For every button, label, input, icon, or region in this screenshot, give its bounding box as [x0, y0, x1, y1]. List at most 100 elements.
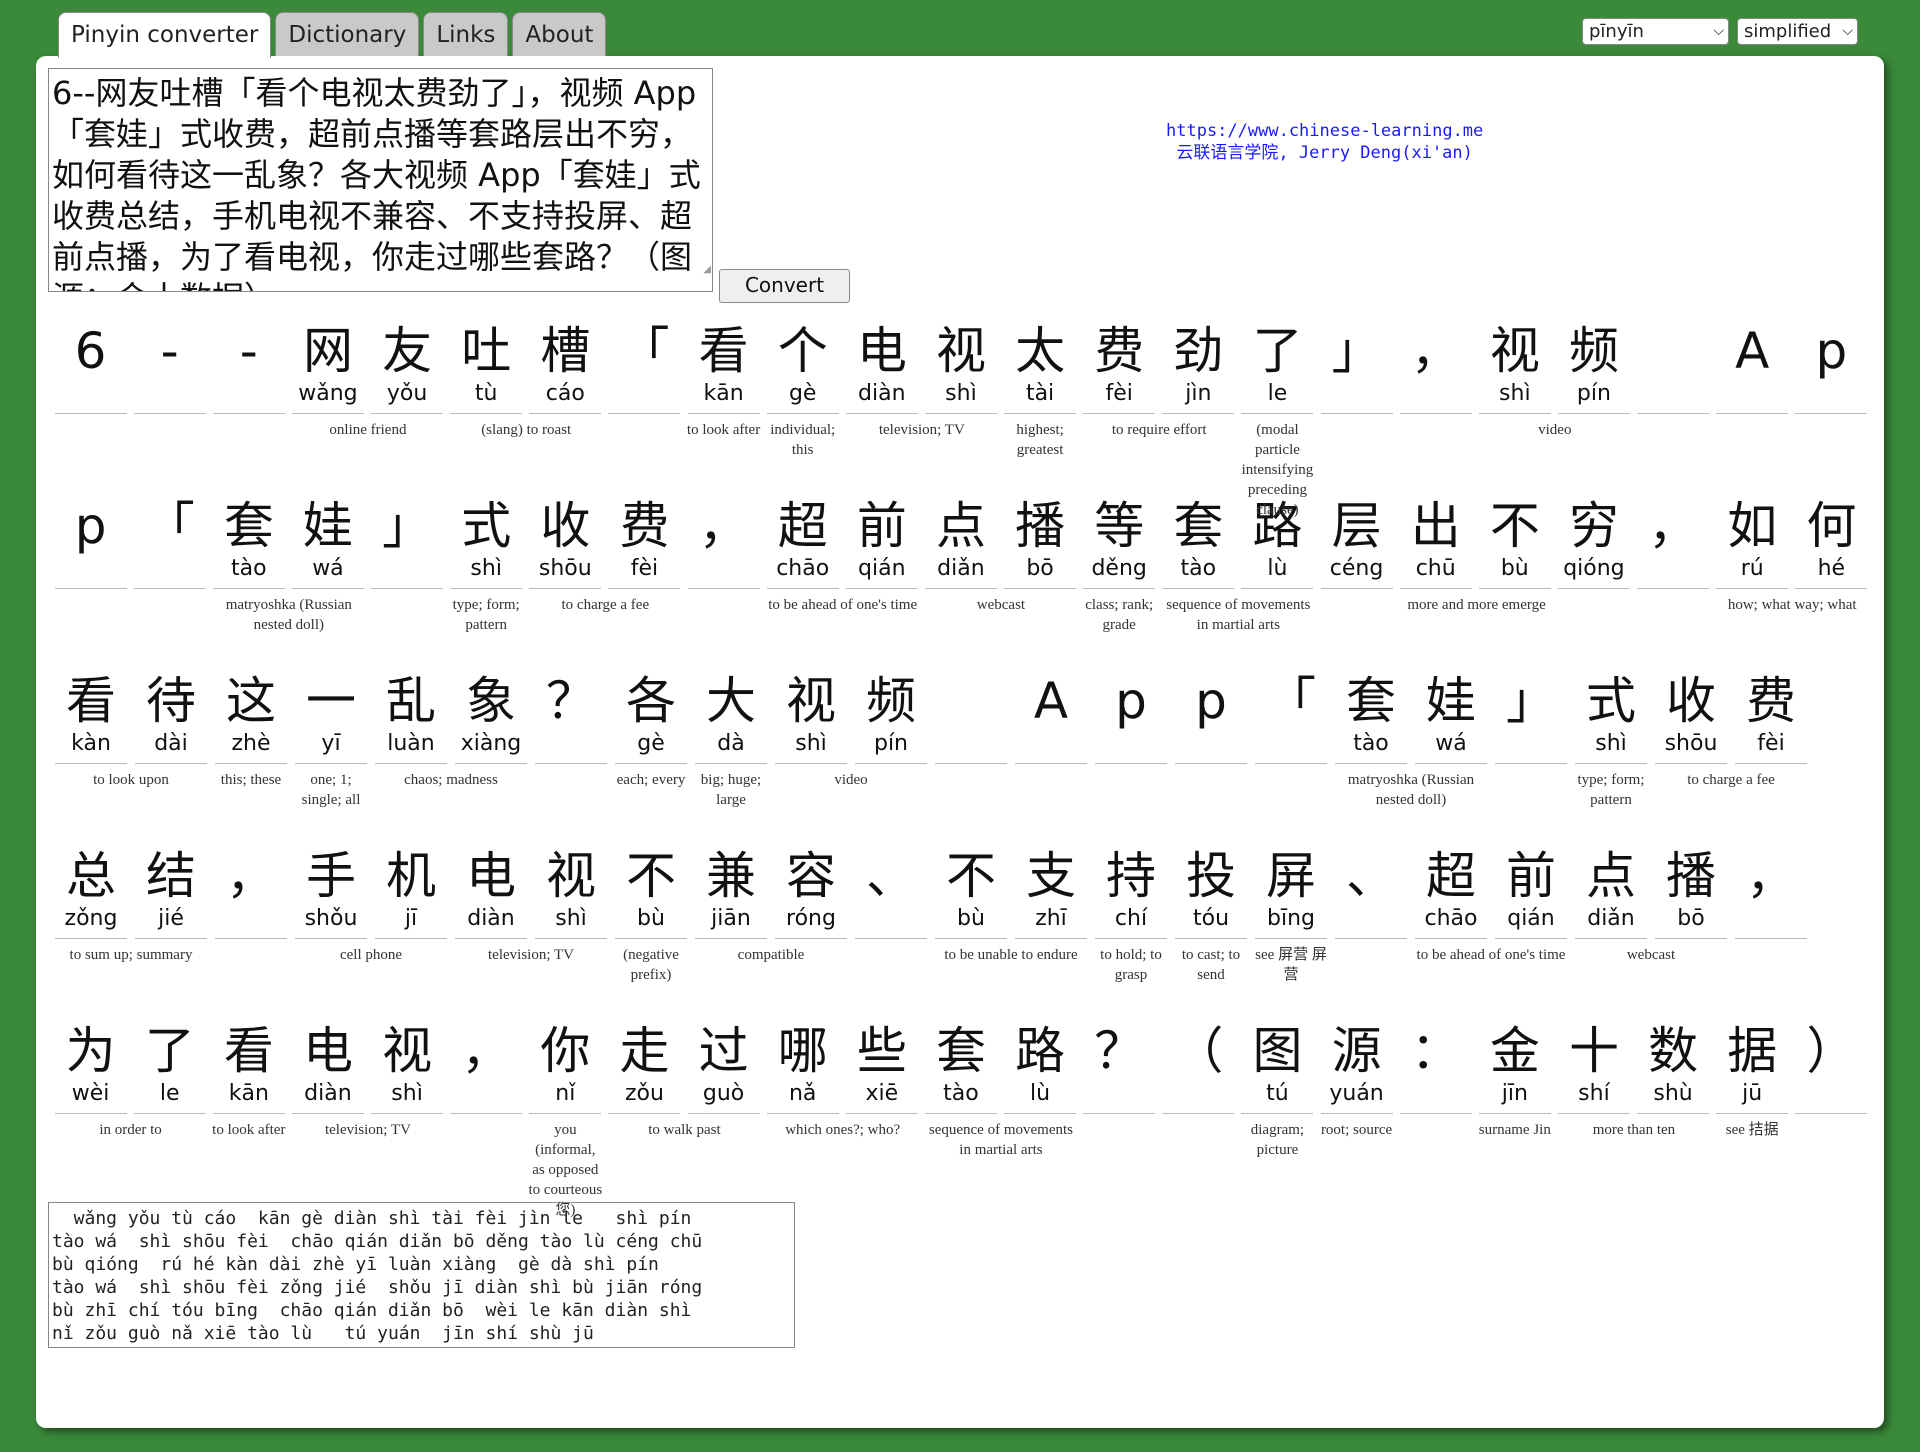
- char-cell[interactable]: 前 qián: [1491, 846, 1571, 939]
- char-cell[interactable]: p: [51, 496, 130, 589]
- char-cell[interactable]: 收 shōu to charge a fee: [1651, 671, 1775, 788]
- tab-links[interactable]: Links: [423, 12, 509, 56]
- char-cell[interactable]: 费 fèi to require effort: [1080, 321, 1207, 438]
- char-cell[interactable]: 电 diàn television; TV: [842, 321, 965, 438]
- char-cell[interactable]: 层 céng more and more emerge: [1317, 496, 1546, 613]
- char-cell[interactable]: 式 shì type; form; pattern: [447, 496, 526, 633]
- char-cell[interactable]: 持 chí to hold; to grasp: [1091, 846, 1171, 983]
- char-cell[interactable]: 投 tóu to cast; to send: [1171, 846, 1251, 983]
- char-cell[interactable]: 太 tài highest; greatest: [1001, 321, 1080, 458]
- char-cell[interactable]: 了 le: [130, 1021, 209, 1114]
- char-cell[interactable]: 乱 luàn chaos; madness: [371, 671, 498, 788]
- char-cell[interactable]: 娃 wá: [288, 496, 367, 589]
- char-cell[interactable]: 电 diàn television; TV: [288, 1021, 411, 1138]
- char-cell[interactable]: 费 fèi: [1731, 671, 1811, 764]
- char-cell[interactable]: 数 shù: [1634, 1021, 1713, 1114]
- char-cell[interactable]: 兼 jiān compatible: [691, 846, 804, 963]
- char-cell[interactable]: 视 shì: [921, 321, 1000, 414]
- char-cell[interactable]: ，: [1396, 321, 1475, 414]
- char-cell[interactable]: [931, 671, 1011, 764]
- char-cell[interactable]: 支 zhī: [1011, 846, 1091, 939]
- char-cell[interactable]: 、: [851, 846, 931, 939]
- char-cell[interactable]: A: [1713, 321, 1792, 414]
- char-cell[interactable]: ，: [1634, 496, 1713, 589]
- char-cell[interactable]: 」: [1491, 671, 1571, 764]
- char-cell[interactable]: p: [1792, 321, 1871, 414]
- char-cell[interactable]: 6: [51, 321, 130, 414]
- char-cell[interactable]: ，: [211, 846, 291, 939]
- tone-mode-select[interactable]: pīnyīn ⌵: [1582, 18, 1729, 45]
- char-cell[interactable]: 槽 cáo: [526, 321, 605, 414]
- char-cell[interactable]: 这 zhè this; these: [211, 671, 291, 788]
- char-cell[interactable]: 源 yuán root; source: [1317, 1021, 1396, 1138]
- char-cell[interactable]: ，: [684, 496, 763, 589]
- resize-handle-icon[interactable]: ◢: [703, 249, 711, 290]
- char-cell[interactable]: 如 rú how; what way; what: [1713, 496, 1857, 613]
- char-cell[interactable]: 播 bō: [1651, 846, 1731, 939]
- char-cell[interactable]: 频 pín: [1554, 321, 1633, 414]
- char-cell[interactable]: -: [130, 321, 209, 414]
- char-cell[interactable]: 图 tú diagram; picture: [1238, 1021, 1317, 1158]
- char-cell[interactable]: （: [1159, 1021, 1238, 1114]
- char-cell[interactable]: 你 nǐ you (informal, as opposed to courteou…: [526, 1021, 605, 1218]
- char-cell[interactable]: 看 kān to look after: [684, 321, 763, 438]
- char-cell[interactable]: 过 guò: [684, 1021, 763, 1114]
- credit-url[interactable]: https://www.chinese-learning.me: [1166, 120, 1483, 142]
- char-cell[interactable]: 容 róng: [771, 846, 851, 939]
- char-cell[interactable]: 结 jié: [131, 846, 211, 939]
- char-cell[interactable]: ？: [531, 671, 611, 764]
- char-cell[interactable]: 看 kàn to look upon: [51, 671, 169, 788]
- char-cell[interactable]: 个 gè individual; this: [763, 321, 842, 458]
- char-cell[interactable]: 路 lù: [1001, 1021, 1080, 1114]
- char-cell[interactable]: ：: [1396, 1021, 1475, 1114]
- char-cell[interactable]: A: [1011, 671, 1091, 764]
- char-cell[interactable]: 穷 qióng: [1554, 496, 1633, 589]
- char-cell[interactable]: ？: [1080, 1021, 1159, 1114]
- char-cell[interactable]: 吐 tù (slang) to roast: [447, 321, 571, 438]
- char-cell[interactable]: 式 shì type; form; pattern: [1571, 671, 1651, 808]
- char-cell[interactable]: 屏 bīng see 屏营 屏营: [1251, 846, 1331, 983]
- char-cell[interactable]: 总 zǒng to sum up; summary: [51, 846, 192, 963]
- char-cell[interactable]: 视 shì: [531, 846, 611, 939]
- char-cell[interactable]: 电 diàn television; TV: [451, 846, 574, 963]
- char-cell[interactable]: 视 shì: [368, 1021, 447, 1114]
- char-cell[interactable]: 」: [1317, 321, 1396, 414]
- char-cell[interactable]: -: [209, 321, 288, 414]
- char-cell[interactable]: 一 yī one; 1; single; all: [291, 671, 371, 808]
- char-cell[interactable]: 为 wèi in order to: [51, 1021, 162, 1138]
- char-cell[interactable]: 、: [1331, 846, 1411, 939]
- char-cell[interactable]: 前 qián: [842, 496, 921, 589]
- char-cell[interactable]: ，: [1731, 846, 1811, 939]
- pinyin-output-textarea[interactable]: wǎng yǒu tù cáo kān gè diàn shì tài fèi …: [48, 1202, 795, 1348]
- char-cell[interactable]: 「: [605, 321, 684, 414]
- char-cell[interactable]: 了 le (modal particle intensifying precedin…: [1238, 321, 1317, 518]
- char-cell[interactable]: ，: [447, 1021, 526, 1114]
- char-cell[interactable]: 费 fèi: [605, 496, 684, 589]
- char-cell[interactable]: ）: [1792, 1021, 1871, 1114]
- char-cell[interactable]: 哪 nǎ which ones?; who?: [763, 1021, 900, 1138]
- char-cell[interactable]: 等 děng class; rank; grade: [1080, 496, 1159, 633]
- chinese-input-textarea[interactable]: 6--网友吐槽「看个电视太费劲了」，视频 App「套娃」式收费，超前点播等套路层…: [48, 68, 713, 292]
- char-cell[interactable]: 超 chāo to be ahead of one's time: [1411, 846, 1565, 963]
- convert-button[interactable]: Convert: [719, 269, 850, 303]
- char-cell[interactable]: 些 xiē: [842, 1021, 921, 1114]
- tab-pinyin-converter[interactable]: Pinyin converter: [58, 12, 272, 58]
- char-cell[interactable]: 网 wǎng online friend: [288, 321, 406, 438]
- char-cell[interactable]: 何 hé: [1792, 496, 1871, 589]
- char-cell[interactable]: 播 bō: [1001, 496, 1080, 589]
- char-cell[interactable]: 十 shí more than ten: [1554, 1021, 1675, 1138]
- char-cell[interactable]: 套 tào sequence of movements in martial art…: [1159, 496, 1310, 633]
- char-cell[interactable]: 机 jī: [371, 846, 451, 939]
- char-cell[interactable]: [1634, 321, 1713, 414]
- char-cell[interactable]: 点 diǎn webcast: [921, 496, 1025, 613]
- char-cell[interactable]: 不 bù to be unable to endure: [931, 846, 1078, 963]
- char-cell[interactable]: 超 chāo to be ahead of one's time: [763, 496, 917, 613]
- char-cell[interactable]: 各 gè each; every: [611, 671, 691, 788]
- tab-dictionary[interactable]: Dictionary: [275, 12, 420, 56]
- char-cell[interactable]: 金 jīn surname Jin: [1475, 1021, 1554, 1138]
- char-cell[interactable]: 手 shǒu cell phone: [291, 846, 402, 963]
- char-cell[interactable]: 视 shì video: [1475, 321, 1571, 438]
- char-cell[interactable]: 大 dà big; huge; large: [691, 671, 771, 808]
- char-cell[interactable]: 频 pín: [851, 671, 931, 764]
- char-cell[interactable]: 看 kān to look after: [209, 1021, 288, 1138]
